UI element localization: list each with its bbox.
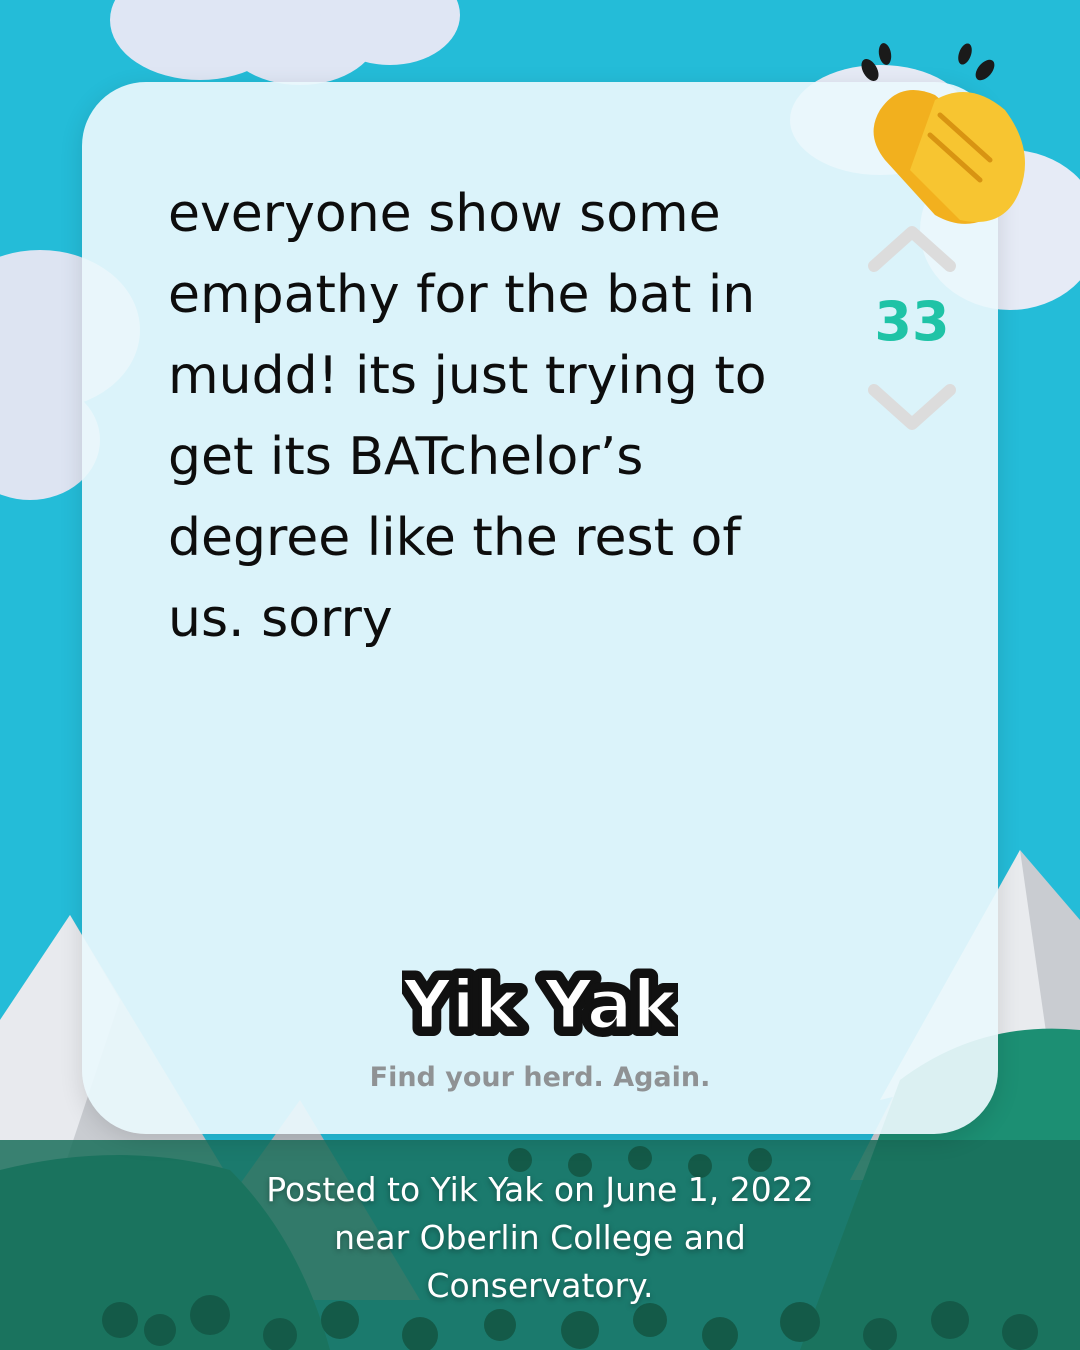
clapping-hands-icon [861, 43, 1025, 224]
post-caption: Posted to Yik Yak on June 1, 2022 near O… [266, 1170, 814, 1305]
cloud-top-left [110, 0, 460, 85]
vote-score: 33 [874, 290, 950, 353]
post-text: everyone show some empathy for the bat i… [168, 184, 767, 649]
svg-text:Yik Yak: Yik Yak [402, 966, 678, 1045]
yik-yak-logo: Yik Yak Yik Yak [393, 950, 687, 1060]
tagline: Find your herd. Again. [369, 1062, 711, 1093]
vote-control: 33 [852, 222, 972, 442]
chevron-down-icon[interactable] [868, 384, 956, 434]
